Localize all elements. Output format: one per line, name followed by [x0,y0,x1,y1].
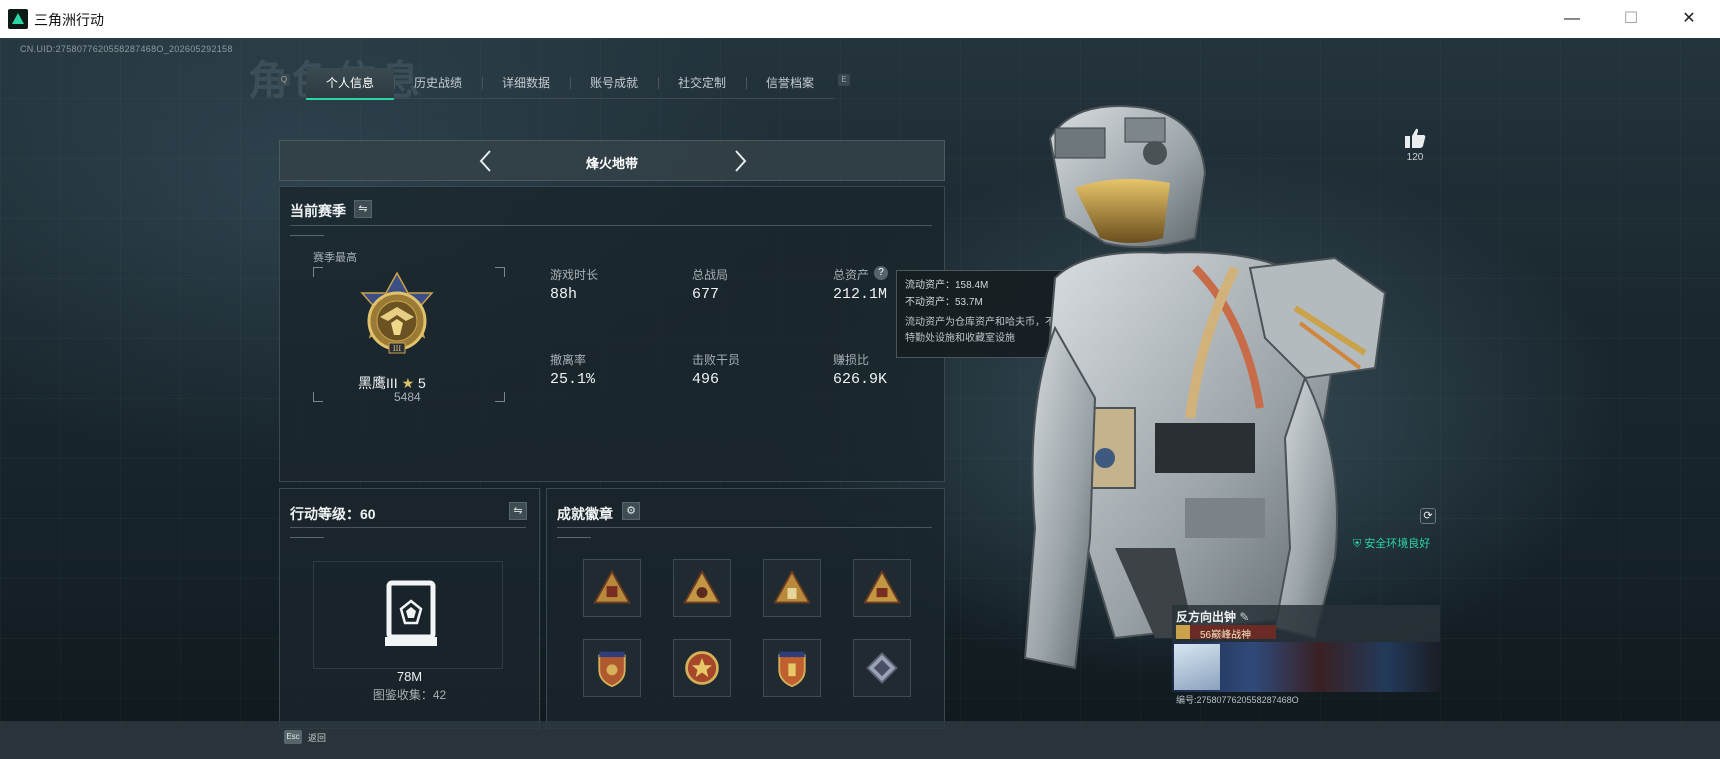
season-divider-accent [290,235,324,236]
badge-slot[interactable] [763,559,821,617]
player-banner-image [1172,642,1440,692]
badge-slot[interactable] [583,559,641,617]
edit-pencil-icon[interactable]: ✎ [1239,610,1249,624]
app-logo-icon [8,9,28,29]
stat-extract-rate-value: 25.1% [550,371,596,388]
rank-star-icon: ★ [401,375,415,391]
season-peak-label: 赛季最高 [313,252,357,264]
mode-next-arrow-icon[interactable] [728,147,752,175]
shield-check-icon: ⛨ [1353,538,1362,550]
collection-case-icon [383,579,439,649]
stat-profit-value: 626.9K [833,371,888,388]
rotate-view-icon[interactable]: ⟳ [1420,508,1436,524]
security-status: ⛨ 安全环境良好 [1353,535,1430,551]
triangle-badge-icon [863,569,901,604]
minimize-button[interactable]: — [1552,6,1592,32]
player-avatar [1174,644,1220,690]
badges-settings-icon[interactable]: ⚙ [622,502,640,520]
game-view: CN.UID:2758077620558287468O_202605292158… [0,38,1720,759]
stat-kills-label: 击败干员 [692,353,741,367]
back-label[interactable]: 返回 [308,731,326,744]
triangle-badge-icon [593,569,631,604]
stat-playtime-value: 88h [550,286,578,303]
badges-title: 成就徽章 [557,506,613,522]
level-switch-icon[interactable]: ⇋ [509,502,527,520]
badges-panel: 成就徽章 ⚙ [546,488,945,729]
level-title: 行动等级：60 [290,506,376,522]
level-divider [290,527,526,528]
rank-stars: 5 [418,375,426,391]
shield-badge-icon [778,651,806,688]
frame-corner [495,392,505,402]
badge-slot[interactable] [763,639,821,697]
stat-playtime-label: 游戏时长 [550,268,599,282]
triangle-badge-icon [773,569,811,604]
stat-matches-value: 677 [692,286,720,303]
tab-history[interactable]: 历史战绩 [394,68,482,99]
like-count: 120 [1406,152,1424,163]
uid-label: CN.UID:2758077620558287468O_202605292158 [20,44,233,54]
tab-social[interactable]: 社交定制 [658,68,746,99]
tab-credit[interactable]: 信誉档案 [746,68,834,99]
tab-achievements[interactable]: 账号成就 [570,68,658,99]
stat-kills-value: 496 [692,371,720,388]
badge-slot[interactable] [673,639,731,697]
stat-assets-value: 212.1M [833,286,888,303]
frame-corner [313,392,323,402]
like-thumb-icon[interactable] [1403,126,1427,150]
badge-slot[interactable] [853,559,911,617]
player-name: 反方向出钟 [1176,610,1237,624]
mode-selector: 烽火地带 [279,140,945,181]
shield-badge-icon [598,651,626,688]
badges-divider-accent [557,537,591,538]
window-title: 三角洲行动 [34,12,104,28]
maximize-button[interactable]: ☐ [1611,6,1651,32]
frame-corner [495,267,505,277]
rank-emblem-icon: III [358,271,436,371]
close-button[interactable]: ✕ [1669,6,1709,32]
security-status-text: 安全环境良好 [1364,538,1431,550]
season-title: 当前赛季 [290,203,346,219]
tab-prev-key[interactable]: Q [278,74,290,86]
badge-slot[interactable] [853,639,911,697]
stat-profit-label: 赚损比 [833,353,870,367]
collection-count: 图鉴收集：42 [372,688,447,702]
badge-slot[interactable] [583,639,641,697]
badge-slot[interactable] [673,559,731,617]
tab-detailed-data[interactable]: 详细数据 [482,68,570,99]
season-switch-icon[interactable]: ⇋ [354,200,372,218]
rank-points: 5484 [394,390,421,404]
stat-extract-rate-label: 撤离率 [550,353,587,367]
medal-badge-icon [685,651,719,685]
player-title-badge: 56巅峰战神 [1176,625,1276,641]
stat-assets-label: 总资产 [833,268,870,282]
tab-bar: 个人信息 历史战绩 详细数据 账号成就 社交定制 信誉档案 [306,68,834,100]
season-divider [290,225,932,226]
player-card: 反方向出钟 ✎ 56巅峰战神 编号:2758077620558287468O [1172,605,1440,709]
frame-corner [313,267,323,277]
player-id: 编号:2758077620558287468O [1176,695,1299,705]
tab-next-key[interactable]: E [838,74,850,86]
level-divider-accent [290,537,324,538]
title-emblem-icon [1176,625,1190,639]
player-name-row: 反方向出钟 ✎ [1176,608,1249,625]
badges-divider [557,527,932,528]
stat-matches-label: 总战局 [692,268,729,282]
diamond-badge-icon [866,652,898,684]
svg-text:III: III [393,345,402,353]
bottom-bar [0,721,1720,759]
collection-value: 78M [396,669,423,684]
window-titlebar: 三角洲行动 — ☐ ✕ [0,0,1720,38]
player-title: 56巅峰战神 [1200,630,1252,641]
mode-label: 烽火地带 [585,156,638,171]
tab-personal-info[interactable]: 个人信息 [306,68,394,100]
season-panel: 当前赛季 ⇋ 赛季最高 III 黑鹰III ★ 5 5484 游戏时长 88h … [279,186,945,482]
level-panel: 行动等级：60 ⇋ 78M 图鉴收集：42 [279,488,540,729]
rank-name: 黑鹰III [358,375,398,391]
esc-key[interactable]: Esc [284,730,302,744]
triangle-badge-icon [683,569,721,604]
assets-help-icon[interactable]: ? [874,266,888,280]
